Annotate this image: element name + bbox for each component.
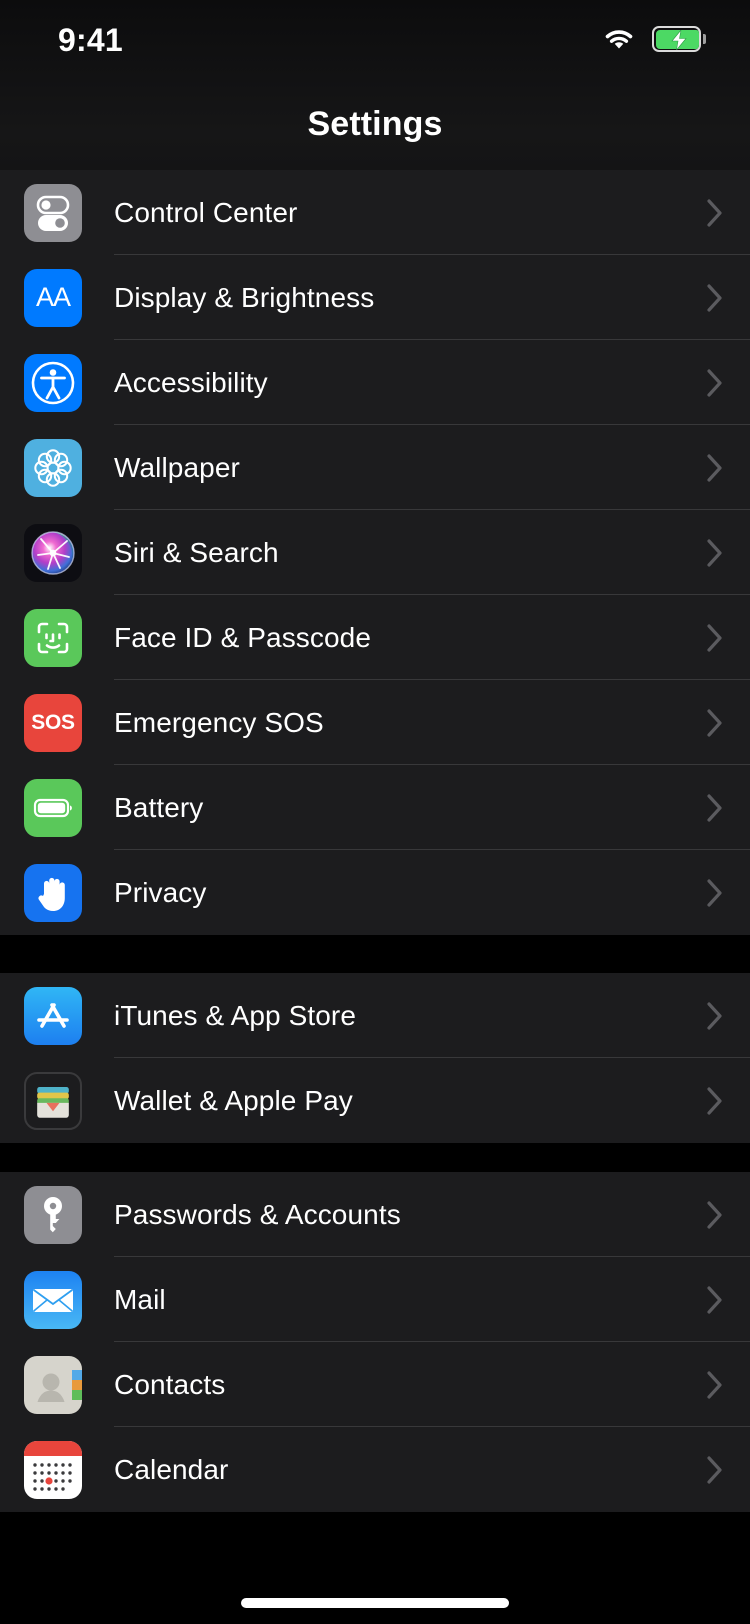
chevron-right-icon <box>706 878 724 908</box>
chevron-right-icon <box>706 1455 724 1485</box>
chevron-right-icon <box>706 453 724 483</box>
settings-row-label: Control Center <box>114 196 298 228</box>
group-gap <box>0 1143 750 1172</box>
settings-row-label: Passwords & Accounts <box>114 1198 401 1230</box>
wallpaper-icon <box>24 438 82 497</box>
settings-row-mail[interactable]: Mail <box>0 1257 750 1342</box>
privacy-hand-icon <box>24 863 82 922</box>
app-store-icon <box>24 986 82 1045</box>
chevron-right-icon <box>706 1001 724 1031</box>
settings-row-label: Emergency SOS <box>114 706 324 738</box>
siri-icon <box>24 523 82 582</box>
calendar-icon <box>24 1440 82 1499</box>
settings-row-label: Privacy <box>114 876 207 908</box>
nav-bar: Settings <box>0 78 750 170</box>
settings-row-display-brightness[interactable]: AA Display & Brightness <box>0 255 750 340</box>
settings-row-emergency-sos[interactable]: SOS Emergency SOS <box>0 680 750 765</box>
chevron-right-icon <box>706 708 724 738</box>
chevron-right-icon <box>706 1086 724 1116</box>
status-time: 9:41 <box>58 22 123 58</box>
settings-row-itunes-app-store[interactable]: iTunes & App Store <box>0 973 750 1058</box>
store-group: iTunes & App Store Wallet & Apple Pay <box>0 973 750 1143</box>
battery-icon <box>24 778 82 837</box>
settings-row-siri-search[interactable]: Siri & Search <box>0 510 750 595</box>
settings-row-label: Contacts <box>114 1368 226 1400</box>
accounts-group: Passwords & Accounts Mail Contacts Calen… <box>0 1172 750 1512</box>
settings-row-accessibility[interactable]: Accessibility <box>0 340 750 425</box>
chevron-right-icon <box>706 1285 724 1315</box>
settings-row-label: Siri & Search <box>114 536 279 568</box>
chevron-right-icon <box>706 538 724 568</box>
settings-row-label: iTunes & App Store <box>114 999 357 1031</box>
chevron-right-icon <box>706 198 724 228</box>
wifi-icon <box>602 27 636 52</box>
settings-row-battery[interactable]: Battery <box>0 765 750 850</box>
chevron-right-icon <box>706 368 724 398</box>
settings-row-label: Display & Brightness <box>114 281 375 313</box>
settings-row-label: Face ID & Passcode <box>114 621 372 653</box>
chevron-right-icon <box>706 793 724 823</box>
status-indicators <box>602 26 706 52</box>
wallet-icon <box>24 1071 82 1130</box>
group-gap <box>0 935 750 973</box>
battery-charging-icon <box>652 26 706 52</box>
settings-row-label: Battery <box>114 791 204 823</box>
display-brightness-icon: AA <box>24 268 82 327</box>
settings-row-privacy[interactable]: Privacy <box>0 850 750 935</box>
settings-row-calendar[interactable]: Calendar <box>0 1427 750 1512</box>
settings-row-wallpaper[interactable]: Wallpaper <box>0 425 750 510</box>
control-center-icon <box>24 183 82 242</box>
chevron-right-icon <box>706 1200 724 1230</box>
settings-row-label: Calendar <box>114 1453 229 1485</box>
mail-icon <box>24 1270 82 1329</box>
face-id-icon <box>24 608 82 667</box>
emergency-sos-icon: SOS <box>24 693 82 752</box>
settings-list: Control Center AA Display & Brightness A… <box>0 170 750 1512</box>
system-group: Control Center AA Display & Brightness A… <box>0 170 750 935</box>
passwords-key-icon <box>24 1185 82 1244</box>
settings-row-label: Accessibility <box>114 366 268 398</box>
settings-row-label: Mail <box>114 1283 166 1315</box>
contacts-icon <box>24 1355 82 1414</box>
settings-row-passwords-accounts[interactable]: Passwords & Accounts <box>0 1172 750 1257</box>
settings-row-face-id-passcode[interactable]: Face ID & Passcode <box>0 595 750 680</box>
settings-row-contacts[interactable]: Contacts <box>0 1342 750 1427</box>
settings-screen: 9:41 Settings Control Center AA Display … <box>0 0 750 1624</box>
chevron-right-icon <box>706 623 724 653</box>
accessibility-icon <box>24 353 82 412</box>
chevron-right-icon <box>706 283 724 313</box>
status-bar: 9:41 <box>0 0 750 78</box>
settings-row-wallet-apple-pay[interactable]: Wallet & Apple Pay <box>0 1058 750 1143</box>
chevron-right-icon <box>706 1370 724 1400</box>
settings-row-label: Wallpaper <box>114 451 240 483</box>
page-title: Settings <box>307 104 443 143</box>
settings-row-control-center[interactable]: Control Center <box>0 170 750 255</box>
settings-row-label: Wallet & Apple Pay <box>114 1084 353 1116</box>
home-indicator[interactable] <box>241 1598 509 1608</box>
